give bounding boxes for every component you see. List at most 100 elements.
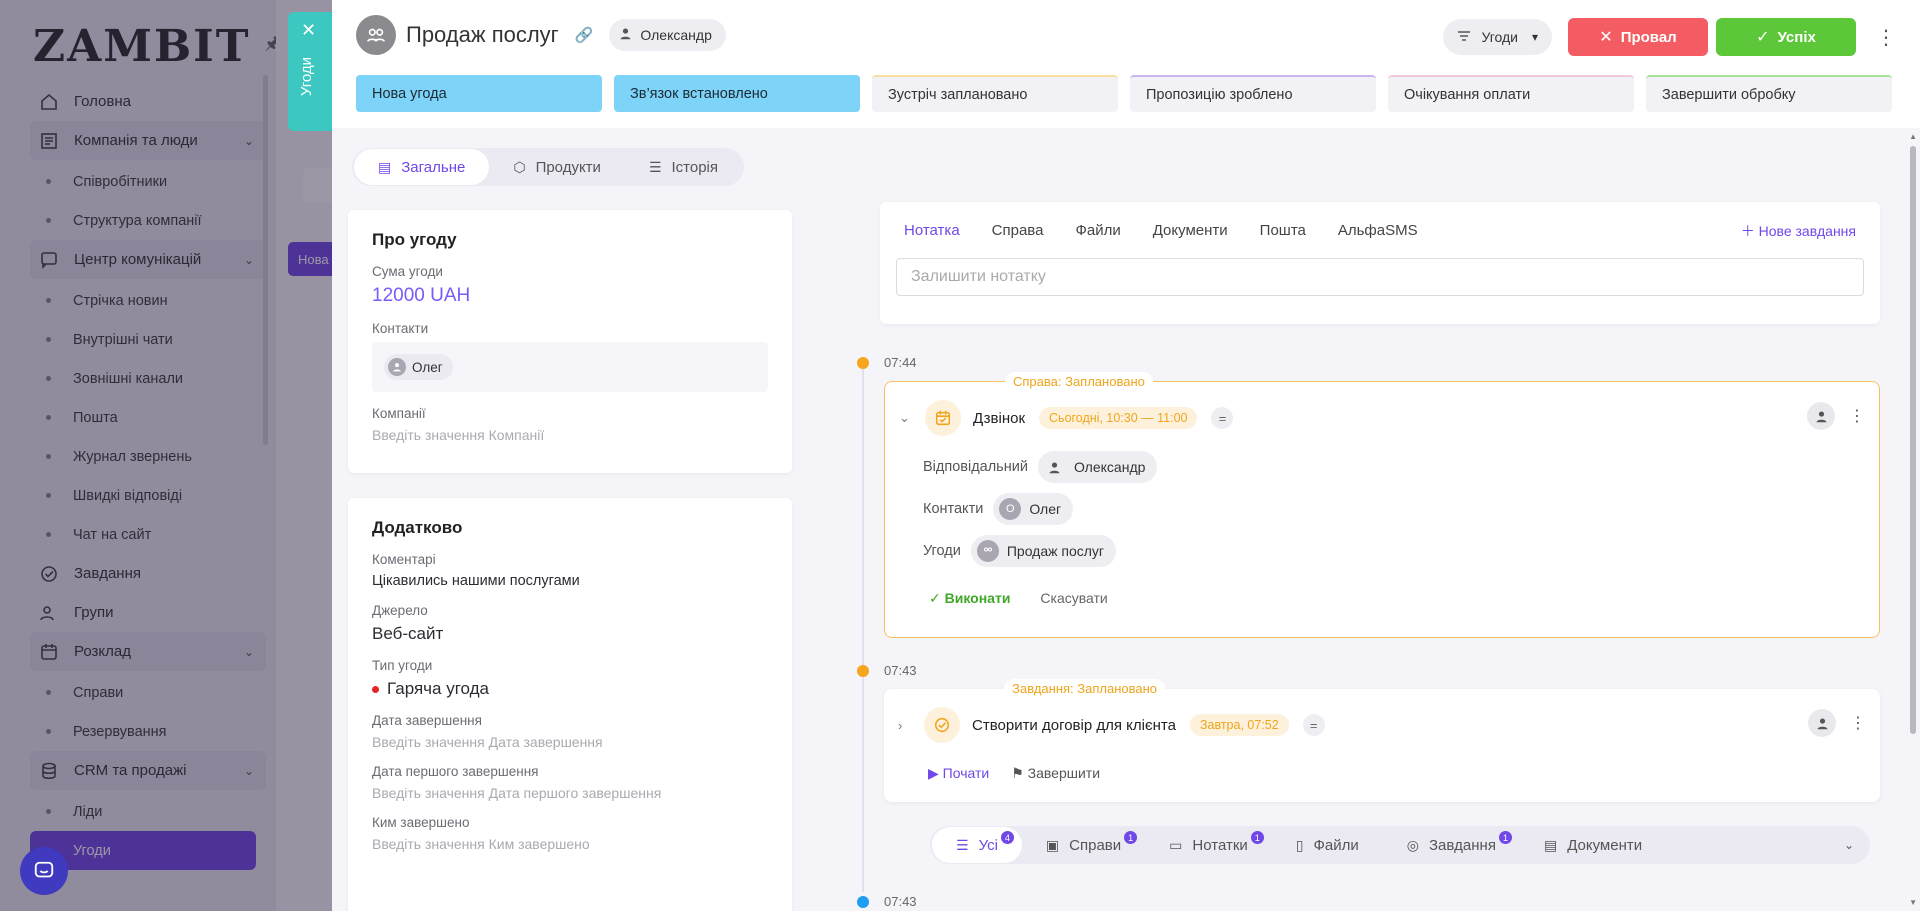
person-icon	[1044, 456, 1066, 478]
close-date-field[interactable]: Введіть значення Дата завершення	[372, 734, 768, 750]
link-icon[interactable]: 🔗	[575, 26, 594, 44]
filter-tab-5[interactable]: ▤ Документи	[1520, 827, 1666, 863]
assignee-avatar[interactable]	[1808, 709, 1836, 737]
stage-label: Зустріч заплановано	[888, 86, 1028, 103]
priority-icon[interactable]: =	[1302, 714, 1325, 736]
tab-history[interactable]: ☰ Історія	[625, 149, 742, 185]
check-icon: ✓	[929, 589, 945, 606]
about-deal-card: Про угоду Сума угоди 12000 UAH Контакти …	[348, 210, 792, 473]
stage-2[interactable]: Зустріч заплановано	[872, 75, 1118, 112]
timeline-event-task: Завдання: Заплановано › Створити договір…	[884, 679, 1880, 802]
composer-tab-2[interactable]: Файли	[1075, 222, 1120, 239]
event-time-badge: Завтра, 07:52	[1189, 714, 1289, 736]
owner-chip[interactable]: Олександр	[609, 19, 726, 51]
stage-label: Очікування оплати	[1404, 86, 1531, 103]
task-check-icon	[924, 707, 960, 743]
filter-tab-0[interactable]: ☰ Усі 4	[932, 827, 1022, 863]
responsible-row: Відповідальний Олександр	[885, 446, 1879, 488]
filter-label: Справи	[1069, 836, 1122, 854]
chevron-down-icon[interactable]: ⌄	[1844, 838, 1854, 852]
contact-chip[interactable]: Олег	[384, 354, 453, 380]
deals-label: Угоди	[923, 543, 961, 559]
contact-name: Олег	[412, 359, 443, 375]
responsible-label: Відповідальний	[923, 459, 1028, 475]
composer-tab-4[interactable]: Пошта	[1260, 222, 1306, 239]
chat-widget-button[interactable]	[20, 847, 68, 895]
deals-vertical-tab[interactable]: ✕ Угоди	[288, 12, 332, 131]
assignee-avatar[interactable]	[1807, 402, 1835, 430]
event-title[interactable]: Дзвінок	[973, 410, 1025, 427]
modal-overlay[interactable]	[0, 0, 332, 911]
scroll-up-icon[interactable]: ▲	[1909, 132, 1917, 141]
timeline-event-call: Справа: Заплановано ⌄ Дзвінок Сьогодні, …	[884, 372, 1880, 638]
contacts-row: Контакти О Олег	[885, 488, 1879, 530]
chevron-down-icon[interactable]: ⌄	[899, 410, 919, 426]
list-icon: ☰	[648, 158, 662, 175]
tab-general[interactable]: ▤ Загальне	[354, 149, 490, 185]
pipeline-select-label: Угоди	[1481, 29, 1518, 45]
contacts-field[interactable]: Олег	[372, 342, 768, 392]
stage-0[interactable]: Нова угода	[356, 75, 602, 112]
success-button[interactable]: ✓ Успіх	[1716, 18, 1856, 56]
chevron-right-icon[interactable]: ›	[898, 718, 918, 733]
companies-field[interactable]: Введіть значення Компанії	[372, 427, 768, 443]
filter-tab-4[interactable]: ◎ Завдання 1	[1383, 827, 1520, 863]
complete-button[interactable]: ✓ Виконати	[929, 590, 1010, 607]
filter-tab-3[interactable]: ▯ Файли	[1272, 827, 1383, 863]
timeline-line	[862, 362, 864, 892]
closed-by-field[interactable]: Введіть значення Ким завершено	[372, 836, 768, 852]
comments-value[interactable]: Цікавились нашими послугами	[372, 573, 768, 589]
event-title[interactable]: Створити договір для клієнта	[972, 717, 1176, 734]
complete-label: Виконати	[944, 589, 1011, 606]
first-close-date-field[interactable]: Введіть значення Дата першого завершення	[372, 785, 768, 801]
stage-1[interactable]: Зв’язок встановлено	[614, 75, 860, 112]
deal-chip[interactable]: Продаж послуг	[970, 535, 1117, 567]
success-button-label: Успіх	[1777, 28, 1816, 46]
stage-3[interactable]: Пропозицію зроблено	[1130, 75, 1376, 112]
panel-scrollbar[interactable]	[1910, 146, 1916, 734]
additional-card: Додатково Коментарі Цікавились нашими по…	[348, 498, 792, 911]
contact-chip[interactable]: О Олег	[993, 493, 1074, 525]
responsible-chip[interactable]: Олександр	[1037, 451, 1158, 483]
fail-button[interactable]: ✕ Провал	[1568, 18, 1708, 56]
more-options-icon[interactable]: ⋮	[1850, 713, 1866, 733]
start-button[interactable]: ▶ Почати	[928, 765, 989, 782]
card-title: Про угоду	[372, 230, 457, 249]
stage-5[interactable]: Завершити обробку	[1646, 75, 1892, 112]
box-icon: ⬡	[513, 158, 526, 175]
composer-tab-0[interactable]: Нотатка	[904, 222, 960, 239]
deal-avatar-icon	[976, 540, 999, 562]
owner-name: Олександр	[640, 27, 712, 43]
timeline-filters: ☰ Усі 4 ▣ Справи 1 ▭ Нотатки 1 ▯ Файли ◎ Завдання 1 ▤ Д…	[930, 826, 1870, 864]
composer-tab-3[interactable]: Документи	[1153, 222, 1228, 239]
finish-button[interactable]: ⚑ Завершити	[1011, 765, 1100, 782]
composer-tab-1[interactable]: Справа	[992, 222, 1044, 239]
stage-4[interactable]: Очікування оплати	[1388, 75, 1634, 112]
person-icon	[619, 27, 632, 43]
priority-icon[interactable]: =	[1211, 407, 1234, 429]
event-status-tag: Завдання: Заплановано	[1004, 679, 1166, 699]
event-time-badge: Сьогодні, 10:30 — 11:00	[1039, 407, 1198, 429]
filter-tab-1[interactable]: ▣ Справи 1	[1022, 827, 1145, 863]
note-input[interactable]: Залишити нотатку	[896, 258, 1864, 296]
card-title: Додатково	[372, 518, 463, 537]
hot-indicator	[372, 686, 379, 694]
filter-tab-2[interactable]: ▭ Нотатки 1	[1145, 827, 1272, 863]
timeline-time: 07:43	[884, 663, 917, 678]
close-icon[interactable]: ✕	[301, 20, 316, 41]
amount-value[interactable]: 12000 UAH	[372, 285, 768, 307]
more-options-icon[interactable]: ⋮	[1849, 406, 1865, 426]
composer-tab-5[interactable]: АльфаSMS	[1338, 222, 1418, 239]
play-icon: ▶	[928, 764, 943, 781]
more-options-icon[interactable]: ⋮	[1876, 25, 1896, 50]
scroll-down-icon[interactable]: ▼	[1909, 898, 1917, 907]
deal-type-value[interactable]: Гаряча угода	[372, 679, 768, 699]
stage-label: Нова угода	[372, 85, 447, 102]
plus-icon: ＋	[1740, 223, 1759, 239]
tab-products[interactable]: ⬡ Продукти	[489, 149, 625, 185]
cancel-button[interactable]: Скасувати	[1040, 590, 1107, 606]
vertical-tab-label: Угоди	[298, 57, 315, 97]
pipeline-select[interactable]: Угоди ▾	[1443, 19, 1552, 55]
source-value[interactable]: Веб-сайт	[372, 624, 768, 644]
new-task-button[interactable]: ＋ Нове завдання	[1741, 221, 1856, 241]
